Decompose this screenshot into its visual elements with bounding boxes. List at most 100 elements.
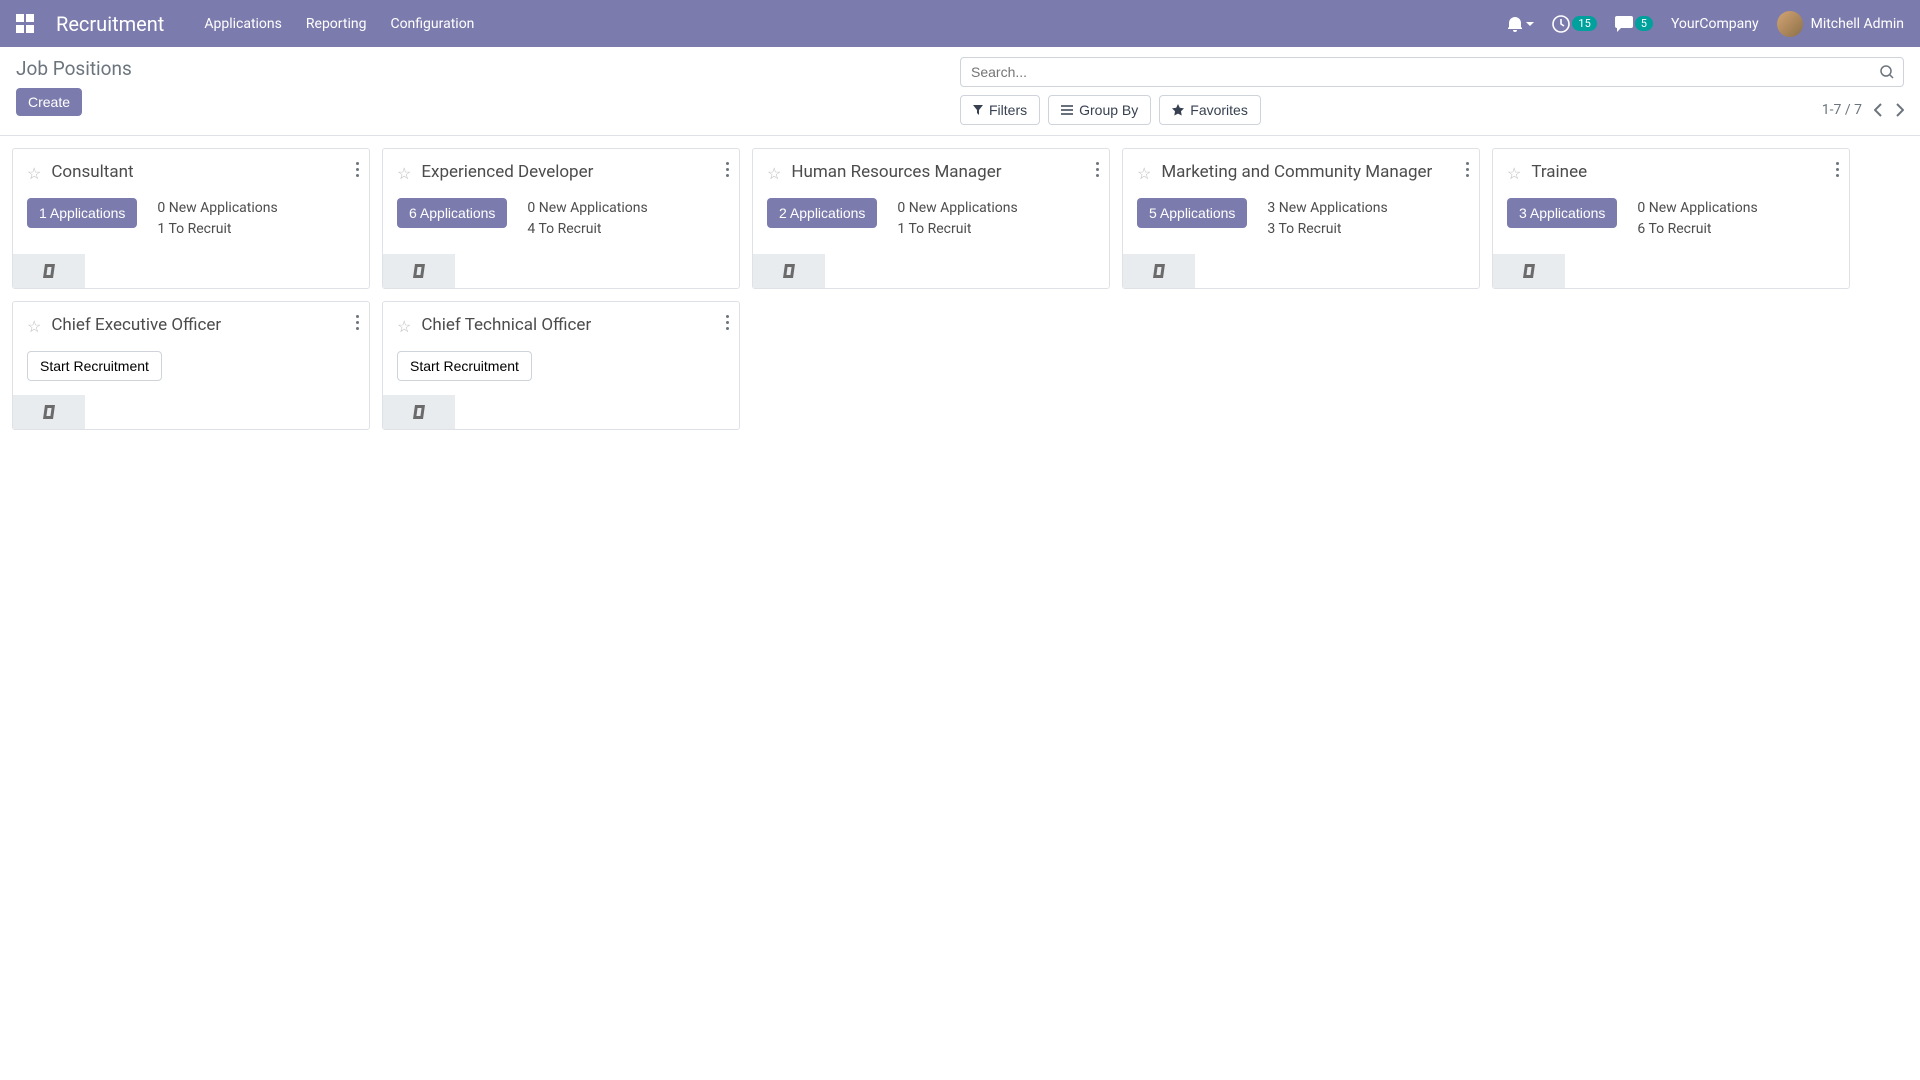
company-chip[interactable]	[1493, 254, 1565, 288]
notifications-dropdown[interactable]	[1508, 16, 1534, 32]
create-button[interactable]: Create	[16, 88, 82, 116]
kebab-icon[interactable]	[1096, 159, 1099, 180]
new-apps-text: 3 New Applications	[1267, 198, 1387, 219]
star-outline-icon[interactable]: ☆	[767, 164, 781, 183]
card-footer	[753, 254, 1109, 288]
applications-button[interactable]: 2 Applications	[767, 198, 877, 228]
nav-reporting[interactable]: Reporting	[306, 16, 367, 32]
card-footer	[1493, 254, 1849, 288]
card-stats: 3 New Applications3 To Recruit	[1267, 198, 1387, 240]
card-stats: 0 New Applications1 To Recruit	[157, 198, 277, 240]
company-icon	[1153, 264, 1165, 278]
funnel-icon	[973, 105, 983, 115]
navbar-right: 15 5 YourCompany Mitchell Admin	[1508, 11, 1904, 37]
card-head: ☆ Human Resources Manager	[767, 161, 1095, 184]
star-icon	[1172, 104, 1184, 116]
star-outline-icon[interactable]: ☆	[397, 164, 411, 183]
search-input[interactable]	[960, 57, 1904, 87]
card-footer	[13, 395, 369, 429]
kebab-icon[interactable]	[726, 159, 729, 180]
new-apps-text: 0 New Applications	[897, 198, 1017, 219]
card-head: ☆Consultant	[27, 161, 355, 184]
star-outline-icon[interactable]: ☆	[27, 317, 41, 336]
card-stats: 0 New Applications6 To Recruit	[1637, 198, 1757, 240]
kebab-icon[interactable]	[356, 159, 359, 180]
card-footer	[383, 395, 739, 429]
kanban-card[interactable]: ☆Experienced Developer 6 Applications 0 Ne…	[382, 148, 740, 289]
kanban-card[interactable]: ☆Consultant 1 Applications 0 New Applicati…	[12, 148, 370, 289]
kebab-icon[interactable]	[1836, 159, 1839, 180]
nav-configuration[interactable]: Configuration	[390, 16, 474, 32]
applications-button[interactable]: 1 Applications	[27, 198, 137, 228]
card-body: ☆ Human Resources Manager 2 Applications 0 …	[753, 149, 1109, 254]
card-body: ☆Marketing and Community Manager5 Applic…	[1123, 149, 1479, 254]
activity-button[interactable]: 15	[1552, 15, 1596, 33]
app-title[interactable]: Recruitment	[56, 12, 164, 36]
apps-icon[interactable]	[16, 14, 36, 34]
user-menu[interactable]: Mitchell Admin	[1777, 11, 1904, 37]
company-chip[interactable]	[383, 395, 455, 429]
page-title: Job Positions	[16, 57, 960, 80]
company-chip[interactable]	[753, 254, 825, 288]
new-apps-text: 0 New Applications	[527, 198, 647, 219]
messages-badge: 5	[1635, 16, 1653, 31]
new-apps-text: 0 New Applications	[1637, 198, 1757, 219]
star-outline-icon[interactable]: ☆	[27, 164, 41, 183]
card-head: ☆ Chief Executive Officer	[27, 314, 355, 337]
company-icon	[43, 264, 55, 278]
company-icon	[413, 405, 425, 419]
kanban-card[interactable]: ☆ Trainee 3 Applications 0 New Applications…	[1492, 148, 1850, 289]
kebab-icon[interactable]	[726, 312, 729, 333]
card-row: 1 Applications 0 New Applications1 To Rec…	[27, 198, 355, 240]
card-body: ☆Consultant 1 Applications 0 New Applicati…	[13, 149, 369, 254]
card-title: Trainee	[1531, 161, 1835, 184]
card-title: Chief Executive Officer	[51, 314, 355, 337]
chevron-right-icon	[1895, 103, 1904, 117]
card-stats: 0 New Applications1 To Recruit	[897, 198, 1017, 240]
star-outline-icon[interactable]: ☆	[1137, 164, 1151, 183]
group-by-button[interactable]: Group By	[1048, 95, 1151, 125]
favorites-label: Favorites	[1190, 102, 1248, 118]
card-row: 6 Applications 0 New Applications4 To Rec…	[397, 198, 725, 240]
company-chip[interactable]	[13, 254, 85, 288]
company-chip[interactable]	[13, 395, 85, 429]
star-outline-icon[interactable]: ☆	[397, 317, 411, 336]
kanban-card[interactable]: ☆Chief Technical OfficerStart Recruitmen…	[382, 301, 740, 430]
company-chip[interactable]	[1123, 254, 1195, 288]
to-recruit-text: 3 To Recruit	[1267, 219, 1387, 240]
card-row: Start Recruitment	[397, 351, 725, 381]
company-switcher[interactable]: YourCompany	[1671, 16, 1759, 32]
filters-button[interactable]: Filters	[960, 95, 1040, 125]
discuss-button[interactable]: 5	[1615, 16, 1653, 32]
company-chip[interactable]	[383, 254, 455, 288]
card-head: ☆Experienced Developer	[397, 161, 725, 184]
pager-prev[interactable]	[1874, 103, 1883, 117]
kanban-card[interactable]: ☆ Human Resources Manager 2 Applications 0 …	[752, 148, 1110, 289]
applications-button[interactable]: 5 Applications	[1137, 198, 1247, 228]
start-recruitment-button[interactable]: Start Recruitment	[397, 351, 532, 381]
kebab-icon[interactable]	[1466, 159, 1469, 180]
card-body: ☆Experienced Developer 6 Applications 0 Ne…	[383, 149, 739, 254]
kanban-view: ☆Consultant 1 Applications 0 New Applicati…	[0, 136, 1920, 442]
applications-button[interactable]: 6 Applications	[397, 198, 507, 228]
kanban-card[interactable]: ☆ Chief Executive Officer Start Recruitmen…	[12, 301, 370, 430]
card-title: Human Resources Manager	[791, 161, 1095, 184]
chat-icon	[1615, 16, 1633, 32]
nav-applications[interactable]: Applications	[204, 16, 282, 32]
search-icon[interactable]	[1880, 65, 1894, 79]
kebab-icon[interactable]	[356, 312, 359, 333]
to-recruit-text: 4 To Recruit	[527, 219, 647, 240]
nav-menu: Applications Reporting Configuration	[204, 16, 474, 32]
pager-next[interactable]	[1895, 103, 1904, 117]
favorites-button[interactable]: Favorites	[1159, 95, 1261, 125]
start-recruitment-button[interactable]: Start Recruitment	[27, 351, 162, 381]
card-body: ☆Chief Technical OfficerStart Recruitmen…	[383, 302, 739, 395]
star-outline-icon[interactable]: ☆	[1507, 164, 1521, 183]
applications-button[interactable]: 3 Applications	[1507, 198, 1617, 228]
kanban-card[interactable]: ☆Marketing and Community Manager5 Applic…	[1122, 148, 1480, 289]
company-icon	[783, 264, 795, 278]
card-row: 2 Applications 0 New Applications1 To Rec…	[767, 198, 1095, 240]
to-recruit-text: 1 To Recruit	[157, 219, 277, 240]
pager-range[interactable]: 1-7 / 7	[1822, 102, 1862, 118]
search-options: Filters Group By Favorites 1-7 / 7	[960, 95, 1904, 125]
